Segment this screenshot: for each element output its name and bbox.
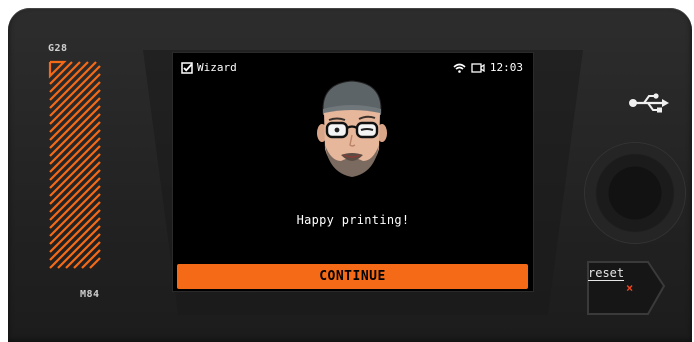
avatar-illustration (317, 80, 387, 177)
zigzag-pattern (48, 60, 101, 269)
status-bar-left: Wizard (181, 61, 237, 74)
lcd-screen: Wizard 12:03 Happy printing! CONTINUE (172, 52, 534, 292)
checkbox-icon (181, 61, 193, 74)
reset-label: reset (588, 266, 625, 281)
reset-x-icon: × (626, 281, 634, 295)
m84-label: M84 (80, 289, 100, 300)
welcome-message: Happy printing! (296, 213, 410, 227)
continue-button[interactable]: CONTINUE (177, 264, 528, 289)
wizard-title: Wizard (197, 61, 237, 74)
camera-icon (471, 62, 485, 73)
status-bar-right: 12:03 (453, 61, 523, 74)
rotary-knob[interactable] (585, 143, 685, 243)
g28-label: G28 (48, 43, 68, 54)
usb-icon (629, 93, 669, 113)
clock-time: 12:03 (489, 61, 523, 74)
wifi-icon (453, 63, 466, 73)
reset-button[interactable]: reset × (586, 258, 668, 322)
